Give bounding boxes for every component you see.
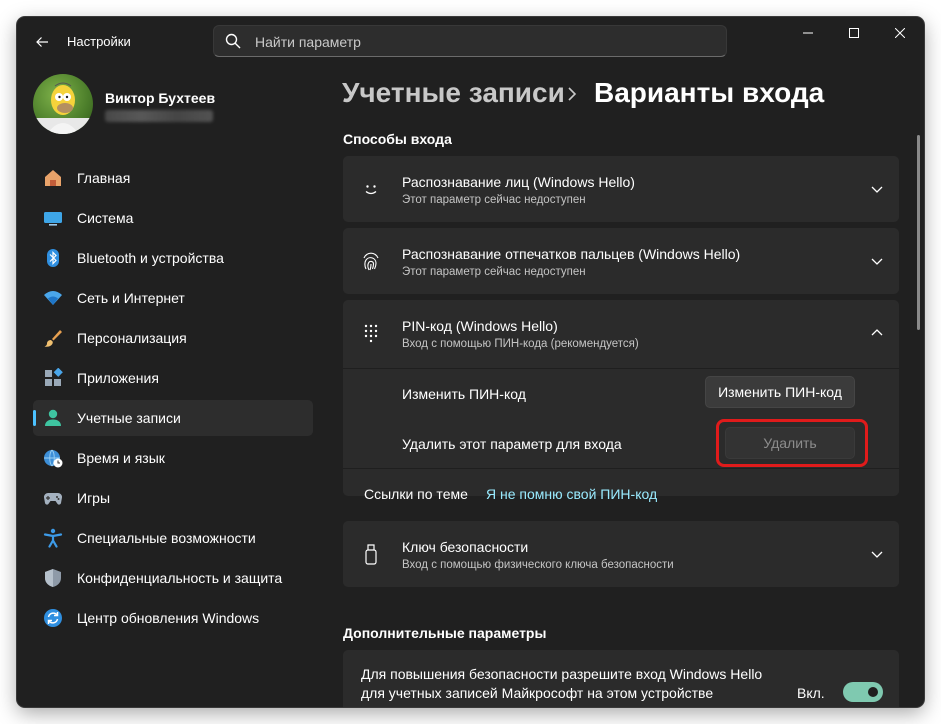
back-arrow-icon [36,37,48,47]
minimize-button[interactable] [785,17,831,49]
fingerprint-icon [359,249,383,273]
sidebar-item-home[interactable]: Главная [33,160,313,196]
forgot-pin-link[interactable]: Я не помню свой ПИН-код [486,486,657,502]
search-input[interactable]: Найти параметр [213,25,727,57]
avatar[interactable] [33,74,93,134]
remove-signin-label: Удалить этот параметр для входа [402,436,622,452]
bluetooth-icon [43,248,63,268]
change-pin-label: Изменить ПИН-код [402,386,526,402]
chevron-down-icon[interactable] [869,253,885,269]
search-icon [225,33,241,49]
sidebar-item-time-language[interactable]: Время и язык [33,440,313,476]
sidebar-item-accounts[interactable]: Учетные записи [33,400,313,436]
breadcrumb-parent[interactable]: Учетные записи [342,77,565,109]
sidebar-item-windows-update[interactable]: Центр обновления Windows [33,600,313,636]
section-title-signin: Способы входа [343,131,452,147]
page-title: Варианты входа [594,77,825,108]
globe-clock-icon [43,448,63,468]
sidebar-item-gaming[interactable]: Игры [33,480,313,516]
windows-hello-only-toggle[interactable] [843,682,883,702]
chevron-down-icon[interactable] [869,546,885,562]
related-links-label: Ссылки по теме [364,486,468,502]
windows-hello-only-description: Для повышения безопасности разрешите вхо… [361,666,763,701]
settings-window: Настройки Найти параметр Виктор Бухтеев [17,17,924,707]
scrollbar-thumb[interactable] [917,135,920,330]
sidebar-item-personalization[interactable]: Персонализация [33,320,313,356]
search-placeholder: Найти параметр [255,34,361,50]
sidebar-item-accessibility[interactable]: Специальные возможности [33,520,313,556]
security-key-card[interactable]: Ключ безопасности Вход с помощью физичес… [343,521,899,587]
maximize-button[interactable] [831,17,877,49]
user-name: Виктор Бухтеев [105,90,216,106]
highlight-annotation [716,419,868,467]
back-button[interactable] [29,29,55,55]
minimize-icon [803,32,813,34]
divider [343,368,899,369]
user-email-redacted [105,110,213,122]
face-recognition-card[interactable]: Распознавание лиц (Windows Hello) Этот п… [343,156,899,222]
apps-icon [43,368,63,388]
monitor-icon [43,208,63,228]
brush-icon [43,328,63,348]
sidebar-item-system[interactable]: Система [33,200,313,236]
accessibility-icon [43,528,63,548]
person-icon [43,408,63,428]
sidebar-item-network[interactable]: Сеть и Интернет [33,280,313,316]
close-button[interactable] [877,17,923,49]
fingerprint-card[interactable]: Распознавание отпечатков пальцев (Window… [343,228,899,294]
pin-keypad-icon [359,321,383,345]
gamepad-icon [43,488,63,508]
chevron-down-icon[interactable] [869,181,885,197]
maximize-icon [849,28,859,38]
toggle-state-label: Вкл. [797,685,825,701]
app-title: Настройки [67,34,131,49]
chevron-up-icon[interactable] [869,325,885,341]
usb-key-icon [359,542,383,566]
sidebar-item-apps[interactable]: Приложения [33,360,313,396]
divider [343,468,899,469]
avatar-character-icon [33,82,93,134]
home-icon [43,168,63,188]
shield-icon [43,568,63,588]
section-title-additional: Дополнительные параметры [343,625,547,641]
smile-face-icon [359,177,383,201]
breadcrumb-chevron-icon [565,79,579,116]
close-icon [895,28,905,38]
wifi-icon [43,288,63,308]
change-pin-button[interactable]: Изменить ПИН-код [705,376,855,408]
sidebar-item-privacy[interactable]: Конфиденциальность и защита [33,560,313,596]
update-icon [43,608,63,628]
sidebar-item-bluetooth[interactable]: Bluetooth и устройства [33,240,313,276]
